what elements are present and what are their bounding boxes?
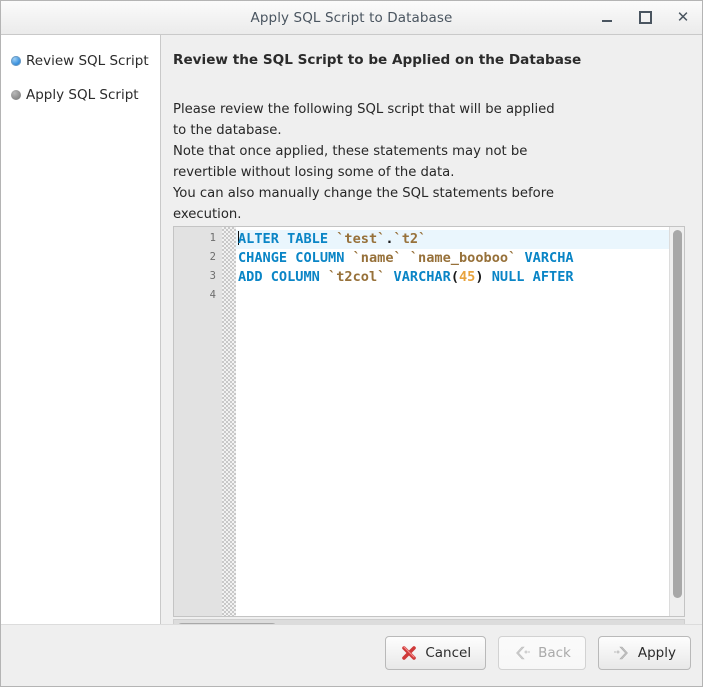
description-line: to the database. xyxy=(173,123,282,138)
footer-button-row: Cancel Back Apply xyxy=(385,636,691,670)
description-line: revertible without losing some of the da… xyxy=(173,165,455,180)
cancel-button[interactable]: Cancel xyxy=(385,636,487,670)
sidebar-item-review-sql-script[interactable]: Review SQL Script xyxy=(1,49,160,73)
minimize-button[interactable] xyxy=(596,7,618,29)
editor-code-area[interactable]: ALTER TABLE `test`.`t2` CHANGE COLUMN `n… xyxy=(236,227,684,616)
close-icon: ✕ xyxy=(676,8,690,26)
wizard-step-sidebar: Review SQL Script Apply SQL Script xyxy=(1,35,161,628)
code-token: `t2col` xyxy=(328,269,394,285)
sql-script-editor[interactable]: 1 2 3 4 ALTER TABLE `test`.`t2` CHANGE C… xyxy=(173,226,685,617)
sidebar-item-label: Review SQL Script xyxy=(26,53,149,69)
code-token: ( xyxy=(450,269,459,285)
apply-button[interactable]: Apply xyxy=(597,636,691,670)
sidebar-item-label: Apply SQL Script xyxy=(26,87,139,103)
minimize-icon xyxy=(602,20,612,22)
code-token: 45 xyxy=(459,269,476,285)
apply-button-label: Apply xyxy=(637,645,676,661)
forward-chevron-icon xyxy=(613,646,628,660)
line-number: 3 xyxy=(209,270,216,282)
title-bar: Apply SQL Script to Database ✕ xyxy=(1,1,702,35)
code-token: `test` xyxy=(336,231,386,247)
code-token: VARCHA xyxy=(524,250,574,266)
maximize-icon xyxy=(638,11,652,24)
code-token: VARCHAR xyxy=(393,269,451,285)
code-token: ) xyxy=(475,269,484,285)
maximize-button[interactable] xyxy=(634,7,656,29)
code-token: `t2` xyxy=(393,231,427,247)
code-token: `name` xyxy=(352,250,410,266)
description-text: Please review the following SQL script t… xyxy=(173,99,593,225)
cancel-button-label: Cancel xyxy=(425,645,472,661)
sidebar-item-apply-sql-script[interactable]: Apply SQL Script xyxy=(1,83,160,107)
close-button[interactable]: ✕ xyxy=(672,7,694,29)
code-token: NULL AFTER xyxy=(483,269,574,285)
line-number: 1 xyxy=(209,232,216,244)
content-pane: Review the SQL Script to be Applied on t… xyxy=(161,35,702,635)
editor-line-number-gutter: 1 2 3 4 xyxy=(174,227,222,616)
dialog-body: Review SQL Script Apply SQL Script Revie… xyxy=(1,35,702,635)
editor-vertical-scrollbar[interactable] xyxy=(669,227,684,616)
back-button-label: Back xyxy=(538,645,571,661)
page-title: Review the SQL Script to be Applied on t… xyxy=(173,52,582,68)
code-token: `name_booboo` xyxy=(409,250,525,266)
window-title: Apply SQL Script to Database xyxy=(250,9,453,26)
description-line: execution. xyxy=(173,207,242,222)
back-chevron-icon xyxy=(516,646,531,660)
code-token: ALTER TABLE xyxy=(238,231,337,247)
line-number: 4 xyxy=(209,289,216,301)
step-active-radio-icon xyxy=(11,56,21,66)
code-line[interactable]: ALTER TABLE `test`.`t2` xyxy=(236,230,684,249)
line-number: 2 xyxy=(209,251,216,263)
editor-fold-strip[interactable] xyxy=(222,227,236,616)
code-token: ADD COLUMN xyxy=(238,269,329,285)
step-inactive-radio-icon xyxy=(11,90,21,100)
window-controls: ✕ xyxy=(596,1,694,34)
description-line: Note that once applied, these statements… xyxy=(173,144,528,159)
code-line[interactable]: CHANGE COLUMN `name` `name_booboo` VARCH… xyxy=(238,249,574,268)
vertical-scrollbar-thumb[interactable] xyxy=(673,230,682,598)
back-button[interactable]: Back xyxy=(498,636,586,670)
dialog-footer: Cancel Back Apply xyxy=(1,624,702,686)
description-line: Please review the following SQL script t… xyxy=(173,102,555,117)
description-line: You can also manually change the SQL sta… xyxy=(173,186,554,201)
red-x-icon xyxy=(402,646,417,660)
code-token: . xyxy=(385,231,394,247)
code-line[interactable]: ADD COLUMN `t2col` VARCHAR(45) NULL AFTE… xyxy=(238,268,574,287)
apply-sql-script-dialog: Apply SQL Script to Database ✕ Review SQ… xyxy=(0,0,703,687)
code-token: CHANGE COLUMN xyxy=(238,250,353,266)
